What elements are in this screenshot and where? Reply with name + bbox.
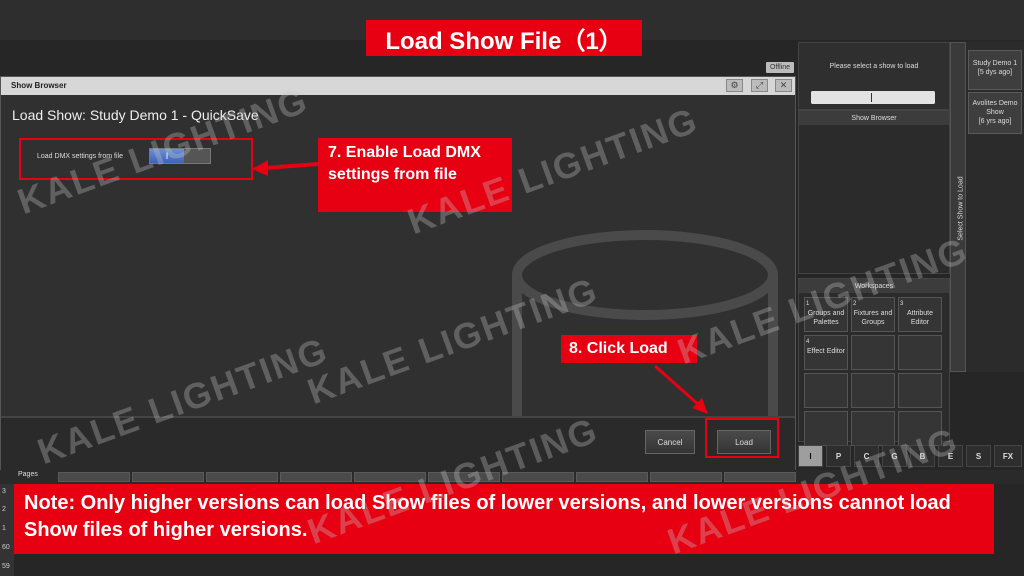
page-numbers: 3 2 1 60 59 <box>0 484 14 576</box>
pages-label: Pages <box>18 471 38 478</box>
page-tab[interactable] <box>58 472 130 482</box>
progress-fill <box>811 91 935 104</box>
tutorial-title-banner: Load Show File（1） <box>366 20 642 56</box>
workspace-cell[interactable] <box>898 373 942 408</box>
callout-step7: 7. Enable Load DMX settings from file <box>318 138 512 212</box>
show-name: Avolites Demo Show <box>972 100 1018 116</box>
workspace-num: 2 <box>853 301 857 307</box>
page-tab[interactable] <box>132 472 204 482</box>
show-age: [5 dys ago] <box>977 69 1013 76</box>
workspace-name: Attribute Editor <box>906 310 934 326</box>
select-show-area: Please select a show to load <box>798 42 950 110</box>
workspace-cell[interactable] <box>851 335 895 370</box>
dialog-header: Show Browser <box>1 77 795 95</box>
workspace-cell[interactable] <box>898 335 942 370</box>
workspace-cell[interactable] <box>851 411 895 446</box>
workspace-cell[interactable]: 1 Groups and Palettes <box>804 297 848 332</box>
dialog-footer: Cancel Load <box>1 418 795 470</box>
workspace-cell[interactable] <box>804 373 848 408</box>
show-list: Study Demo 1 [5 dys ago] Avolites Demo S… <box>966 42 1024 372</box>
highlight-dmx-toggle <box>19 138 253 180</box>
select-show-strip[interactable]: Select Show to Load <box>950 42 966 372</box>
page-number[interactable]: 60 <box>2 544 10 551</box>
settings-gear-icon[interactable]: ⚙ <box>726 79 743 92</box>
workspace-num: 1 <box>806 301 810 307</box>
show-name: Study Demo 1 <box>972 60 1018 67</box>
highlight-load-button <box>705 418 779 458</box>
mode-button-c[interactable]: C <box>854 445 879 467</box>
callout-step8: 8. Click Load <box>561 335 697 363</box>
page-tab[interactable] <box>354 472 426 482</box>
attribute-mode-row: I P C G B E S FX <box>798 445 1024 467</box>
dialog-title: Load Show: Study Demo 1 - QuickSave <box>12 107 259 123</box>
app-root: Show Browser ⚙ ⤢ ✕ Load Show: Study Demo… <box>0 0 1024 576</box>
mode-button-b[interactable]: B <box>910 445 935 467</box>
workspace-name: Groups and Palettes <box>807 310 845 326</box>
mode-button-p[interactable]: P <box>826 445 851 467</box>
progress-marker <box>871 93 872 102</box>
page-tab[interactable] <box>650 472 722 482</box>
page-tab[interactable] <box>428 472 500 482</box>
page-tab[interactable] <box>280 472 352 482</box>
workspace-cell[interactable] <box>851 373 895 408</box>
workspace-name: Fixtures and Groups <box>853 310 893 326</box>
show-item-study-demo[interactable]: Study Demo 1 [5 dys ago] <box>968 50 1022 90</box>
mode-button-s[interactable]: S <box>966 445 991 467</box>
workspace-cell[interactable]: 3 Attribute Editor <box>898 297 942 332</box>
show-age: [6 yrs ago] <box>978 118 1012 125</box>
mode-button-e[interactable]: E <box>938 445 963 467</box>
page-number[interactable]: 59 <box>2 563 10 570</box>
show-browser-dialog: Show Browser ⚙ ⤢ ✕ Load Show: Study Demo… <box>0 76 796 482</box>
show-item-avolites-demo[interactable]: Avolites Demo Show [6 yrs ago] <box>968 92 1022 134</box>
load-progress-bar <box>811 91 935 104</box>
workspace-cell[interactable]: 2 Fixtures and Groups <box>851 297 895 332</box>
workspaces-grid: 1 Groups and Palettes 2 Fixtures and Group… <box>804 297 942 446</box>
page-number[interactable]: 1 <box>2 525 6 532</box>
mode-button-fx[interactable]: FX <box>994 445 1022 467</box>
pages-bar: Pages <box>0 470 1024 484</box>
workspaces-panel: Workspaces 1 Groups and Palettes 2 Fixture… <box>798 278 950 446</box>
workspace-cell[interactable] <box>804 411 848 446</box>
cancel-button[interactable]: Cancel <box>645 430 695 454</box>
offline-badge: Offline <box>766 62 794 73</box>
page-tab[interactable] <box>206 472 278 482</box>
mode-button-g[interactable]: G <box>882 445 907 467</box>
close-icon[interactable]: ✕ <box>775 79 792 92</box>
page-tab[interactable] <box>576 472 648 482</box>
mode-button-i[interactable]: I <box>798 445 823 467</box>
show-browser-panel: Show Browser <box>798 110 950 274</box>
workspaces-label: Workspaces <box>799 279 949 293</box>
select-show-vertical-label: Select Show to Load <box>957 176 965 241</box>
workspace-cell[interactable] <box>898 411 942 446</box>
page-tab[interactable] <box>724 472 796 482</box>
resize-icon[interactable]: ⤢ <box>751 79 768 92</box>
workspace-num: 4 <box>806 339 810 345</box>
version-note: Note: Only higher versions can load Show… <box>14 484 994 554</box>
page-tab[interactable] <box>502 472 574 482</box>
select-prompt: Please select a show to load <box>829 63 919 70</box>
workspace-num: 3 <box>900 301 904 307</box>
workspace-name: Effect Editor <box>806 348 845 355</box>
page-number[interactable]: 2 <box>2 506 6 513</box>
workspace-cell[interactable]: 4 Effect Editor <box>804 335 848 370</box>
page-number[interactable]: 3 <box>2 488 6 495</box>
show-browser-label: Show Browser <box>799 111 949 125</box>
dialog-header-label: Show Browser <box>11 81 67 90</box>
